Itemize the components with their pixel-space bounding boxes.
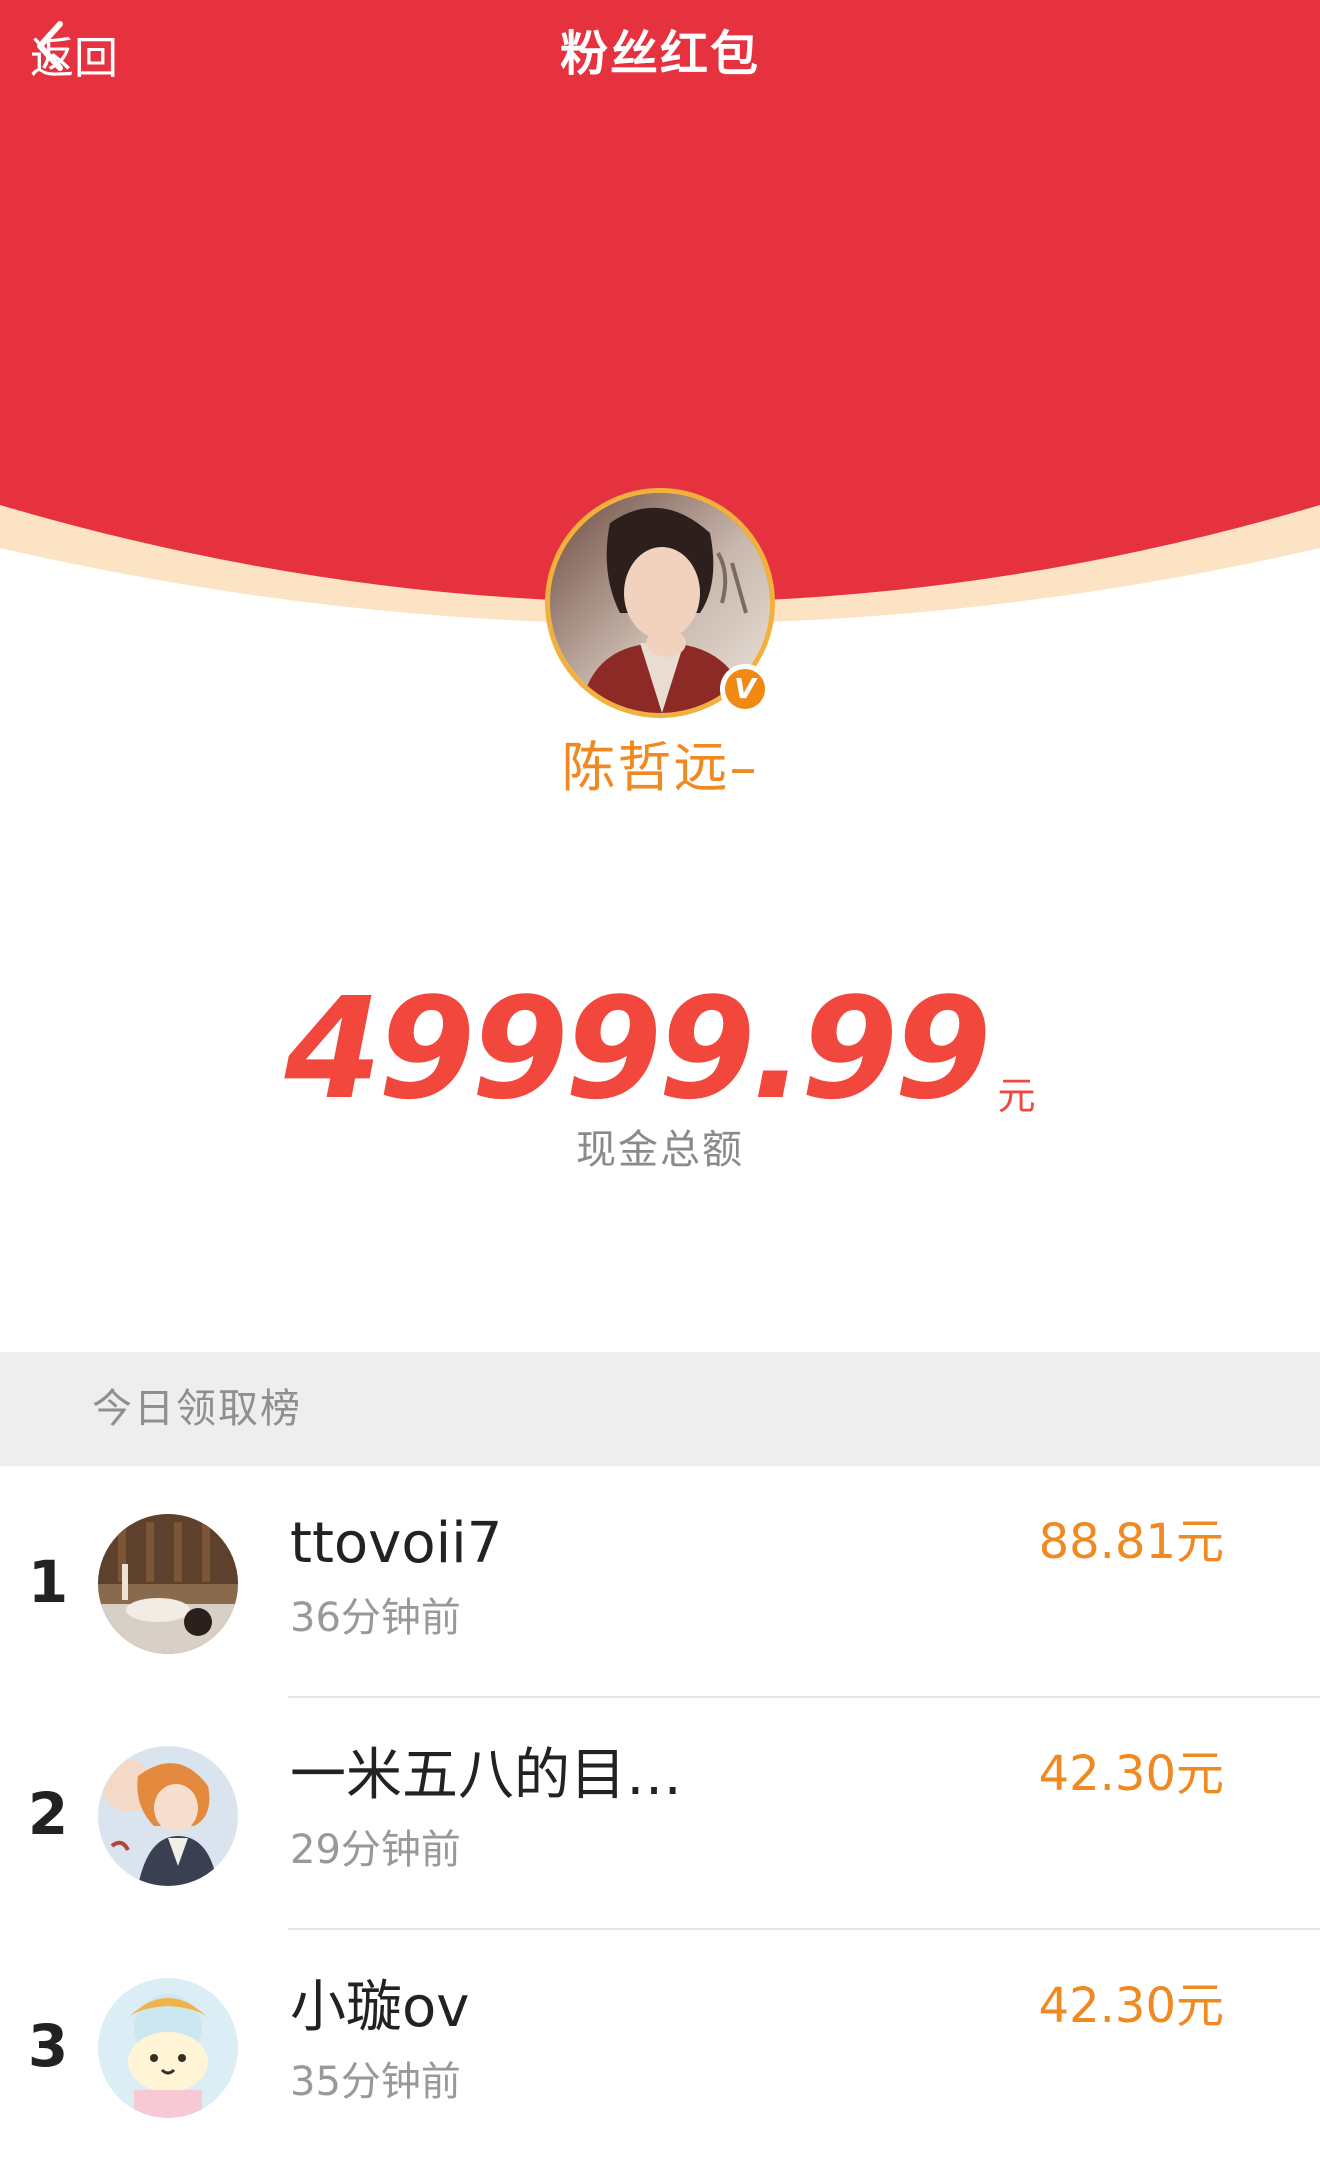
user-avatar-image: [98, 1514, 238, 1654]
amount-unit: 元: [997, 1074, 1036, 1118]
total-amount: 49999.99 元: [0, 980, 1320, 1120]
claim-amount: 42.30元: [1038, 1746, 1224, 1802]
ranking-list: 1 ttovoii7 36分钟前 88.81元 2 一米五八的目… 29分钟前 …: [0, 1466, 1320, 2162]
rank-number: 2: [27, 1780, 69, 1848]
claim-amount: 88.81元: [1038, 1514, 1224, 1570]
avatar[interactable]: [98, 1514, 238, 1654]
user-name: ttovoii7: [290, 1511, 503, 1576]
user-name: 小璇ov: [290, 1975, 470, 2040]
avatar[interactable]: [98, 1746, 238, 1886]
claim-amount: 42.30元: [1038, 1978, 1224, 2034]
chevron-left-icon: [37, 21, 63, 71]
claim-time: 35分钟前: [290, 2059, 461, 2105]
rank-number: 1: [27, 1548, 69, 1616]
avatar[interactable]: [98, 1978, 238, 2118]
amount-label: 现金总额: [576, 1127, 744, 1173]
list-item[interactable]: 2 一米五八的目… 29分钟前 42.30元: [0, 1698, 1320, 1930]
list-item[interactable]: 3 小璇ov 35分钟前 42.30元: [0, 1930, 1320, 2162]
verified-badge-icon: V: [720, 664, 770, 714]
user-name: 一米五八的目…: [290, 1743, 682, 1808]
host-name[interactable]: 陈哲远–: [0, 728, 1320, 808]
list-item[interactable]: 1 ttovoii7 36分钟前 88.81元: [0, 1466, 1320, 1698]
ranking-title: 今日领取榜: [92, 1386, 302, 1432]
claim-time: 36分钟前: [290, 1595, 461, 1641]
user-avatar-image: [98, 1746, 238, 1886]
user-avatar-image: [98, 1978, 238, 2118]
back-button[interactable]: 返回: [30, 18, 118, 90]
ranking-header: 今日领取榜: [0, 1352, 1320, 1466]
amount-value: 49999.99: [284, 968, 991, 1131]
claim-time: 29分钟前: [290, 1827, 461, 1873]
rank-number: 3: [27, 2012, 69, 2080]
